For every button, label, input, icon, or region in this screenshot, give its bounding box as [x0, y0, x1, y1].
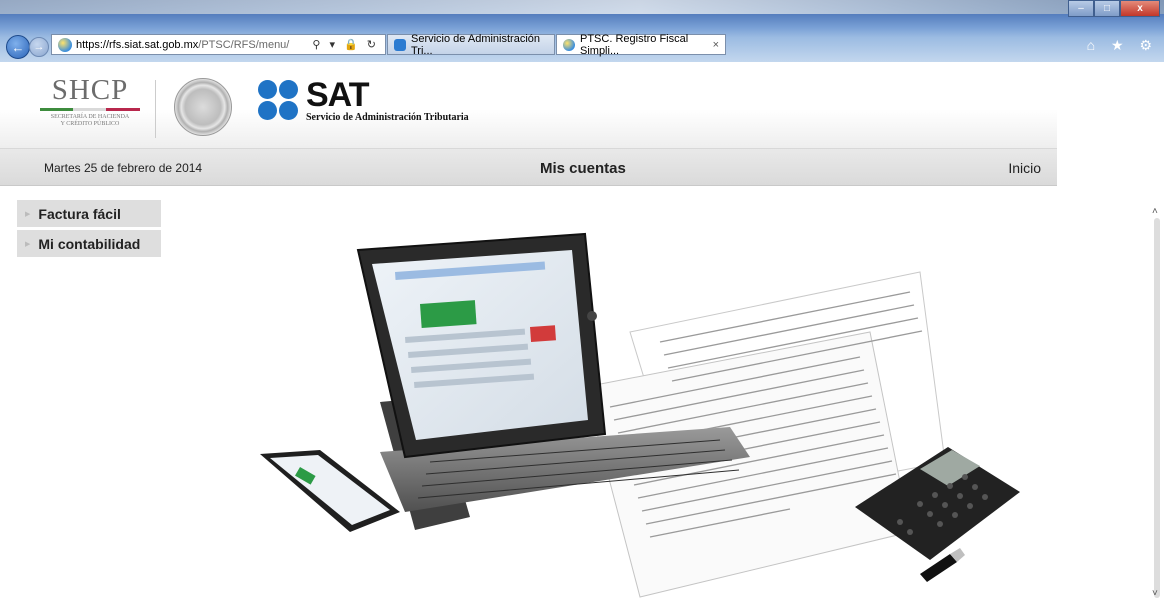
- shcp-title: SHCP: [51, 74, 129, 106]
- ie-favicon-icon: [563, 38, 575, 51]
- forward-button[interactable]: →: [29, 37, 49, 57]
- address-tools-icons[interactable]: ⚲ ▾ 🔒 ↻: [312, 38, 379, 51]
- url-path: /PTSC/RFS/menu/: [198, 38, 290, 51]
- logo-dot: [258, 101, 277, 120]
- minimize-button[interactable]: –: [1068, 0, 1094, 17]
- logo-dot: [279, 80, 298, 99]
- logo-dot: [258, 80, 277, 99]
- window-controls: – □ x: [1068, 0, 1160, 17]
- chevron-right-icon: ▶: [25, 240, 31, 248]
- sat-subtitle: Servicio de Administración Tributaria: [306, 112, 469, 123]
- sat-logo-text: SAT: [306, 76, 369, 114]
- menu-bar: Martes 25 de febrero de 2014 Mis cuentas…: [0, 149, 1057, 186]
- close-window-button[interactable]: x: [1120, 0, 1160, 17]
- sidebar-item-label: Mi contabilidad: [38, 235, 141, 252]
- scroll-down-icon[interactable]: ˅: [1152, 588, 1158, 599]
- national-seal-icon: [174, 78, 232, 136]
- scroll-thumb[interactable]: [1154, 218, 1160, 598]
- logo-dot: [279, 101, 298, 120]
- sidebar-item-label: Factura fácil: [38, 205, 121, 222]
- back-button[interactable]: ←: [6, 35, 30, 59]
- tab-servicio-administracion[interactable]: Servicio de Administración Tri...: [387, 32, 555, 57]
- tab-close-icon[interactable]: ×: [713, 39, 719, 51]
- scroll-up-icon[interactable]: ˄: [1152, 206, 1158, 217]
- tab-ptsc-registro[interactable]: PTSC. Registro Fiscal Simpli... ×: [556, 32, 726, 57]
- sidebar-item-mi-contabilidad[interactable]: ▶ Mi contabilidad: [17, 230, 161, 257]
- site-header: SHCP SECRETARÍA DE HACIENDA Y CRÉDITO PÚ…: [0, 62, 1057, 149]
- back-arrow-icon: ←: [11, 39, 25, 55]
- sat-dots-logo-icon: [258, 80, 298, 120]
- address-bar[interactable]: https://rfs.siat.sat.gob.mx /PTSC/RFS/me…: [51, 34, 386, 55]
- title-bar: [0, 0, 1164, 14]
- shcp-tricolor-line: [40, 108, 140, 111]
- smartphone-image: [260, 450, 400, 532]
- shcp-subtitle-1: SECRETARÍA DE HACIENDA: [50, 114, 130, 120]
- shcp-subtitle-2: Y CRÉDITO PÚBLICO: [60, 121, 120, 127]
- page-title: Mis cuentas: [540, 160, 626, 177]
- current-date: Martes 25 de febrero de 2014: [44, 161, 203, 175]
- maximize-button[interactable]: □: [1094, 0, 1120, 17]
- tab-title: PTSC. Registro Fiscal Simpli...: [580, 32, 689, 57]
- forward-arrow-icon: →: [33, 41, 45, 53]
- chevron-right-icon: ▶: [25, 210, 31, 218]
- sidebar-item-factura-facil[interactable]: ▶ Factura fácil: [17, 200, 161, 227]
- browser-chrome: ← → https://rfs.siat.sat.gob.mx /PTSC/RF…: [0, 0, 1164, 62]
- sat-favicon-icon: [394, 38, 406, 51]
- vertical-scrollbar[interactable]: ˄ ˅: [1150, 190, 1164, 604]
- shcp-logo[interactable]: SHCP SECRETARÍA DE HACIENDA Y CRÉDITO PÚ…: [34, 74, 146, 128]
- page-favicon-icon: [58, 37, 72, 52]
- inicio-link[interactable]: Inicio: [1008, 160, 1041, 176]
- header-divider: [155, 80, 156, 138]
- devices-illustration: [260, 232, 1020, 598]
- home-favorites-settings-icons[interactable]: ⌂ ★ ⚙: [1087, 37, 1158, 54]
- url-host: https://rfs.siat.sat.gob.mx: [76, 38, 199, 51]
- tab-title: Servicio de Administración Tri...: [411, 32, 541, 57]
